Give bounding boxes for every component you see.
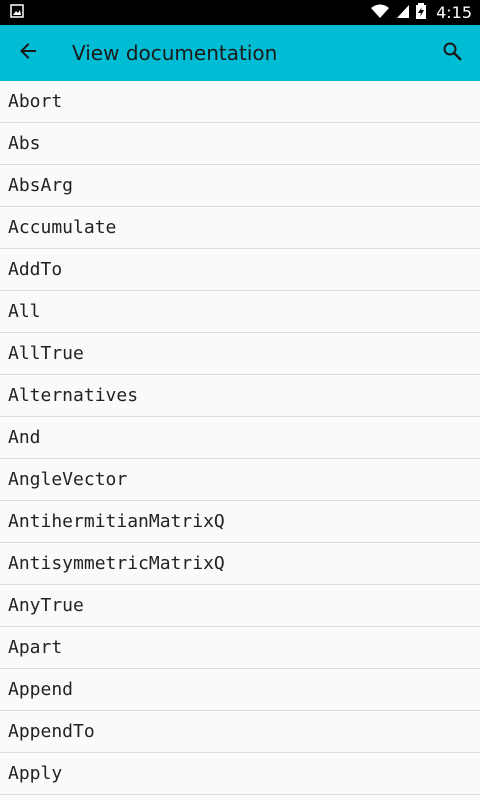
list-item[interactable]: AbsArg bbox=[0, 165, 480, 207]
back-button[interactable] bbox=[0, 25, 56, 81]
list-item[interactable]: AngleVector bbox=[0, 459, 480, 501]
arrow-back-icon bbox=[18, 41, 38, 65]
list-item[interactable]: AllTrue bbox=[0, 333, 480, 375]
image-icon bbox=[10, 3, 24, 22]
documentation-list: Abort Abs AbsArg Accumulate AddTo All Al… bbox=[0, 81, 480, 800]
page-title: View documentation bbox=[72, 41, 278, 65]
list-item[interactable]: AddTo bbox=[0, 249, 480, 291]
list-item[interactable]: Apart bbox=[0, 627, 480, 669]
list-item[interactable]: Append bbox=[0, 669, 480, 711]
list-item[interactable]: Accumulate bbox=[0, 207, 480, 249]
battery-charging-icon bbox=[416, 2, 427, 23]
list-item[interactable]: AntisymmetricMatrixQ bbox=[0, 543, 480, 585]
search-button[interactable] bbox=[424, 25, 480, 81]
list-item[interactable]: AppendTo bbox=[0, 711, 480, 753]
list-item[interactable]: AnyTrue bbox=[0, 585, 480, 627]
app-bar: View documentation bbox=[0, 25, 480, 81]
status-time: 4:15 bbox=[436, 3, 472, 22]
list-item[interactable]: And bbox=[0, 417, 480, 459]
list-item[interactable]: All bbox=[0, 291, 480, 333]
list-item[interactable]: Apply bbox=[0, 753, 480, 795]
list-item[interactable]: AntihermitianMatrixQ bbox=[0, 501, 480, 543]
wifi-icon bbox=[370, 3, 390, 23]
search-icon bbox=[442, 41, 462, 65]
status-bar: 4:15 bbox=[0, 0, 480, 25]
list-item[interactable]: Abs bbox=[0, 123, 480, 165]
list-item[interactable]: Alternatives bbox=[0, 375, 480, 417]
signal-icon bbox=[396, 3, 410, 23]
list-item[interactable]: Abort bbox=[0, 81, 480, 123]
